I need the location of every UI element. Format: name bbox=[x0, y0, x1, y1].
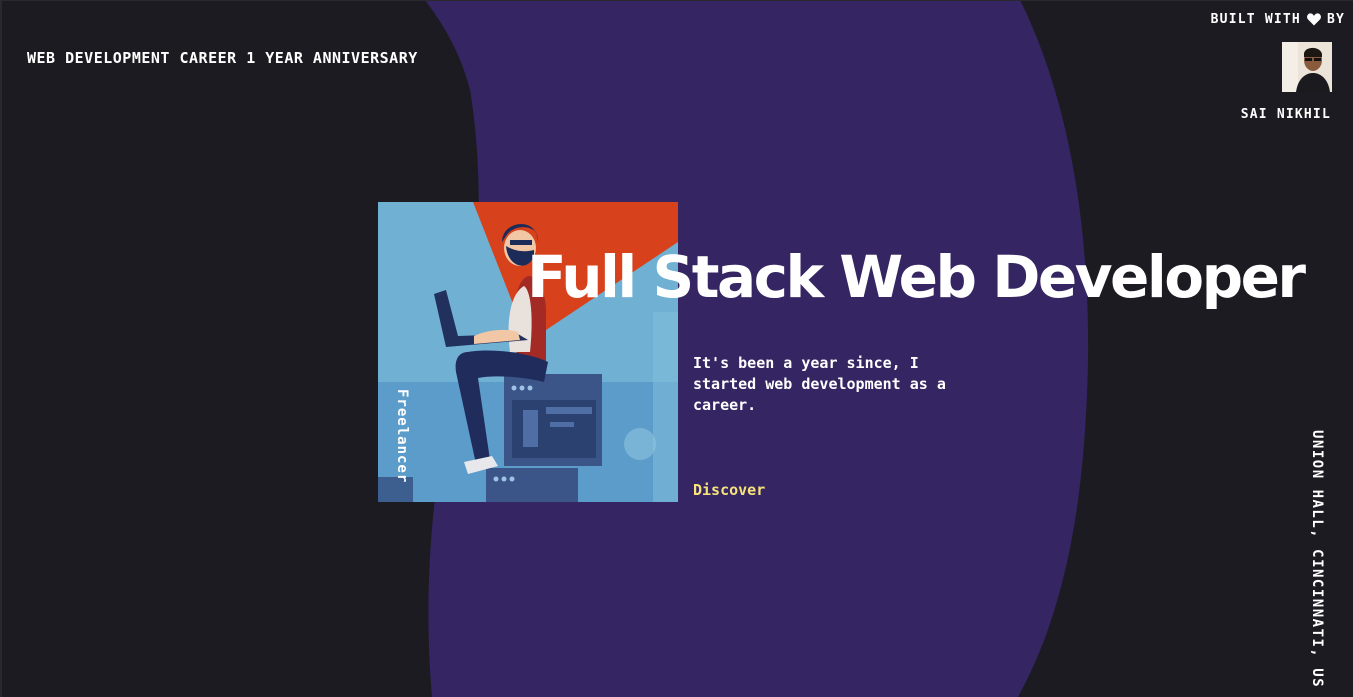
illustration-caption: Freelancer bbox=[394, 389, 410, 484]
hero-intro-text: It's been a year since, I started web de… bbox=[693, 354, 946, 414]
author-name[interactable]: SAI NIKHIL bbox=[1241, 107, 1331, 122]
discover-link[interactable]: Discover bbox=[693, 481, 765, 499]
author-avatar[interactable] bbox=[1282, 42, 1332, 92]
credit-suffix: BY bbox=[1326, 12, 1345, 27]
credit-line: BUILT WITH BY bbox=[1211, 12, 1345, 27]
avatar-photo-icon bbox=[1282, 42, 1332, 92]
page-title: WEB DEVELOPMENT CAREER 1 YEAR ANNIVERSAR… bbox=[27, 49, 418, 67]
location-label: UNION HALL, CINCINNATI, US bbox=[1309, 430, 1325, 689]
credit-prefix: BUILT WITH bbox=[1210, 12, 1301, 27]
heart-icon bbox=[1306, 13, 1321, 26]
hero-headline: Full Stack Web Developer bbox=[527, 243, 1306, 311]
